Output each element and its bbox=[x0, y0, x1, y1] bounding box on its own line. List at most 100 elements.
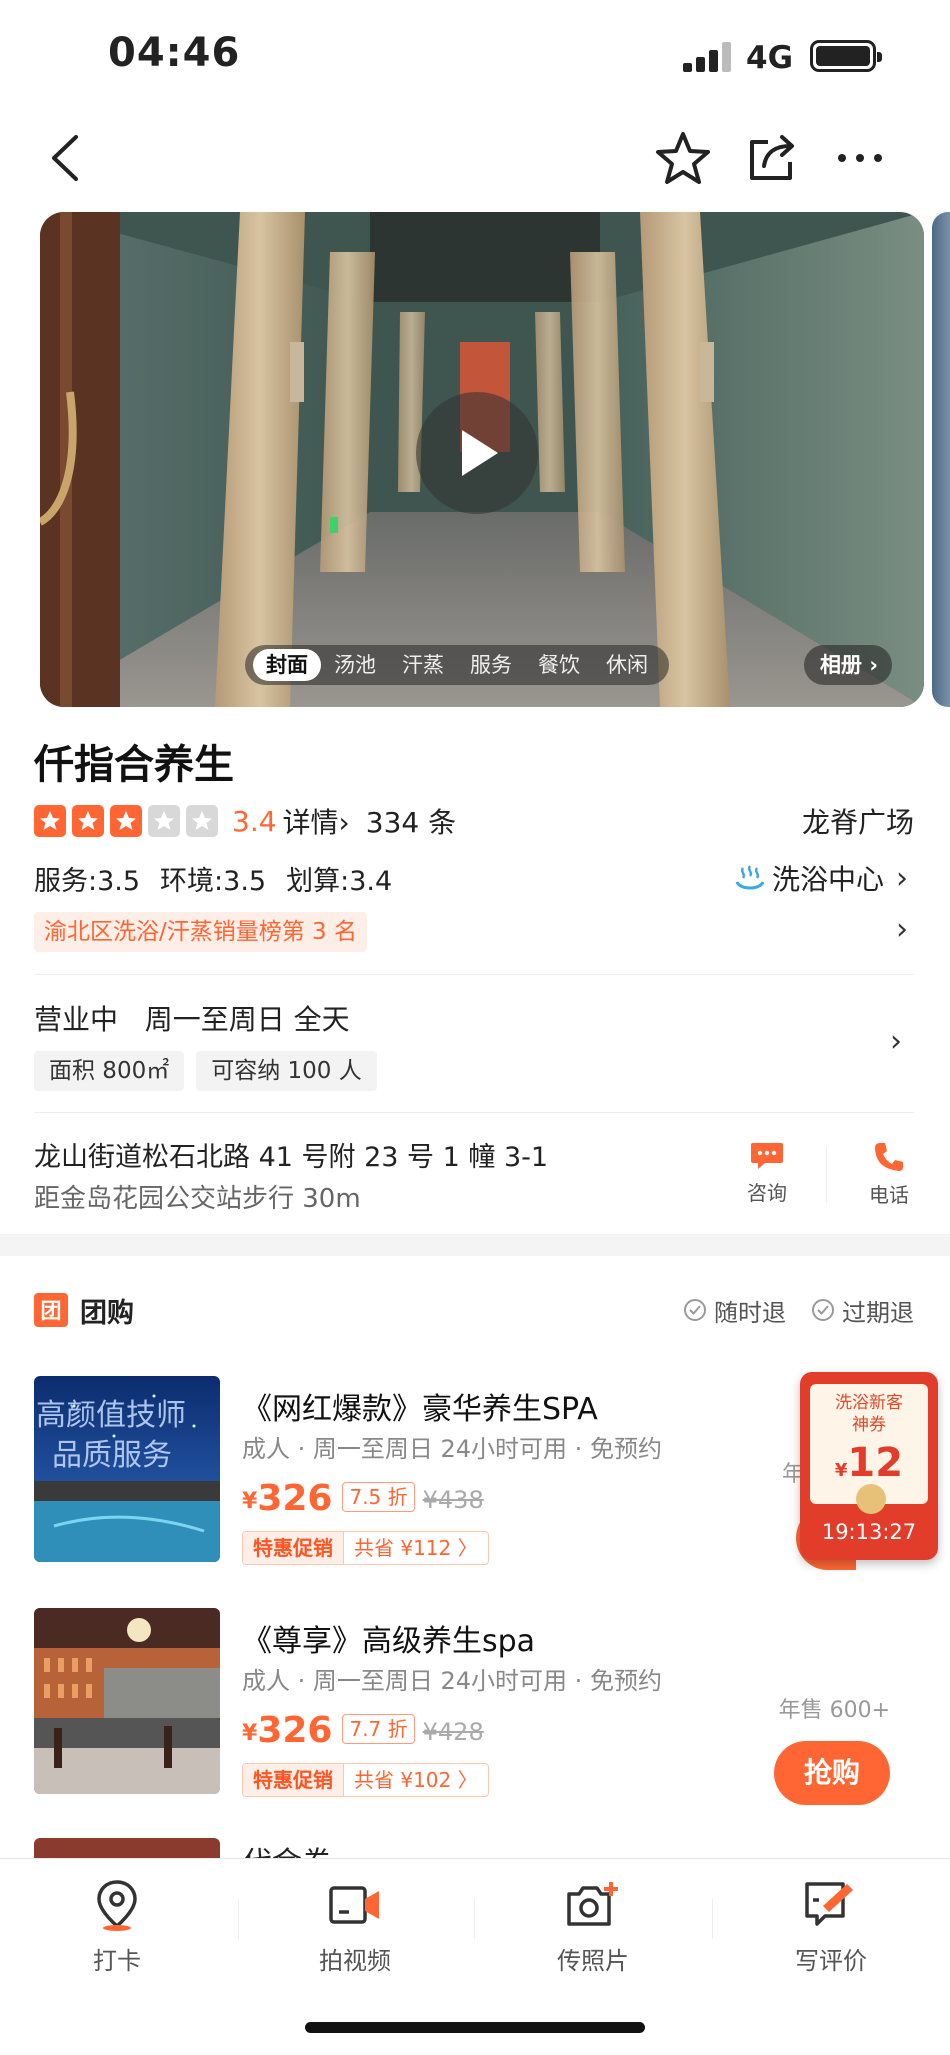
thumb-text: 高颜值技师 bbox=[36, 1398, 186, 1433]
discount-badge: 7.5 折 bbox=[342, 1482, 415, 1512]
business-hours[interactable]: 营业中 周一至周日 全天 bbox=[34, 998, 350, 1038]
rating-row: 3.4 详情› 334 条 龙脊广场 bbox=[34, 803, 914, 839]
address[interactable]: 龙山街道松石北路 41 号附 23 号 1 幢 3-1 bbox=[34, 1135, 548, 1174]
more-icon[interactable] bbox=[828, 126, 892, 190]
rating-detail-link[interactable]: 详情› bbox=[283, 801, 350, 841]
chevron-right-icon: › bbox=[869, 653, 878, 677]
promo-tag: 特惠促销 共省 ¥112 〉 bbox=[242, 1531, 489, 1565]
album-button[interactable]: 相册 › bbox=[804, 645, 892, 685]
divider bbox=[826, 1147, 827, 1203]
currency-symbol: ¥ bbox=[242, 1489, 258, 1514]
consult-button[interactable]: 咨询 bbox=[732, 1140, 802, 1206]
tag-capacity: 可容纳 100 人 bbox=[196, 1051, 377, 1091]
distance: 距金岛花园公交站步行 30m bbox=[34, 1184, 361, 1214]
hero-media-tabs: 封面 汤池 汗蒸 服务 餐饮 休闲 bbox=[245, 645, 669, 685]
status-bar: 04:46 4G bbox=[0, 0, 950, 110]
review-count[interactable]: 334 条 bbox=[366, 801, 456, 841]
check-circle-icon bbox=[812, 1299, 834, 1321]
deal-price: 326 bbox=[257, 1710, 333, 1751]
section-separator bbox=[0, 1234, 950, 1256]
phone-label: 电话 bbox=[869, 1183, 909, 1207]
coupon-amount: 12 bbox=[847, 1440, 904, 1486]
chevron-right-icon[interactable]: › bbox=[890, 1024, 944, 1059]
divider bbox=[34, 1112, 914, 1113]
status-time: 04:46 bbox=[108, 30, 241, 76]
tab-upload-photo[interactable]: 传照片 bbox=[518, 1875, 668, 1976]
deal-subtitle: 成人 · 周一至周日 24小时可用 · 免预约 bbox=[242, 1435, 662, 1463]
chevron-right-icon: › bbox=[896, 912, 908, 947]
group-buy-header: 团 团购 随时退 过期退 bbox=[34, 1290, 914, 1330]
share-icon[interactable] bbox=[740, 126, 804, 190]
rating-detail-label: 详情 bbox=[282, 806, 339, 839]
phone-icon bbox=[875, 1143, 903, 1171]
deal-thumbnail bbox=[34, 1608, 220, 1794]
new-customer-coupon[interactable]: 洗浴新客 神券 ¥12 19:13:27 bbox=[800, 1372, 938, 1560]
divider bbox=[238, 1899, 239, 1939]
deal-item[interactable]: 《尊享》高级养生spa 成人 · 周一至周日 24小时可用 · 免预约 ¥ 32… bbox=[34, 1608, 914, 1805]
discount-badge: 7.7 折 bbox=[342, 1714, 415, 1744]
subscore-environment: 环境:3.5 bbox=[160, 865, 267, 897]
hero-tab-cover[interactable]: 封面 bbox=[253, 649, 321, 681]
subscore-row: 服务:3.5 环境:3.5 划算:3.4 洗浴中心 › bbox=[34, 858, 914, 898]
buy-button[interactable]: 抢购 bbox=[774, 1741, 890, 1805]
hero-tab-sauna[interactable]: 汗蒸 bbox=[389, 649, 457, 681]
coupon-subtitle: 神券 bbox=[852, 1415, 886, 1435]
star-icon bbox=[110, 805, 142, 837]
star-empty-icon bbox=[148, 805, 180, 837]
hero-video[interactable]: 封面 汤池 汗蒸 服务 餐饮 休闲 相册 › bbox=[40, 212, 924, 707]
tag-area: 面积 800㎡ bbox=[34, 1051, 185, 1091]
hot-spring-icon bbox=[735, 865, 765, 890]
promo-tag: 特惠促销 共省 ¥102 〉 bbox=[242, 1763, 489, 1797]
coupon-value: ¥12 bbox=[810, 1440, 928, 1486]
deal-thumbnail-peek bbox=[34, 1838, 220, 1860]
network-type: 4G bbox=[746, 40, 794, 76]
back-icon[interactable] bbox=[34, 126, 98, 190]
play-icon bbox=[462, 430, 498, 476]
deal-item[interactable]: 高颜值技师 品质服务 《网红爆款》豪华养生SPA 成人 · 周一至周日 24小时… bbox=[34, 1376, 914, 1570]
tab-record-video[interactable]: 拍视频 bbox=[280, 1875, 430, 1976]
nav-bar bbox=[0, 110, 950, 210]
tab-checkin[interactable]: 打卡 bbox=[42, 1875, 192, 1976]
play-button[interactable] bbox=[416, 392, 538, 514]
hero-tab-pool[interactable]: 汤池 bbox=[321, 649, 389, 681]
tab-label: 传照片 bbox=[557, 1947, 629, 1975]
tab-write-review[interactable]: 写评价 bbox=[756, 1875, 906, 1976]
promo-saving: 共省 ¥102 〉 bbox=[354, 1768, 478, 1792]
region-label[interactable]: 龙脊广场 bbox=[802, 801, 914, 841]
star-icon bbox=[34, 805, 66, 837]
tab-label: 打卡 bbox=[93, 1947, 141, 1975]
original-price: ¥428 bbox=[422, 1718, 484, 1746]
hero-tab-service[interactable]: 服务 bbox=[457, 649, 525, 681]
tab-label: 拍视频 bbox=[319, 1947, 391, 1975]
promo-saving: 共省 ¥112 〉 bbox=[354, 1536, 478, 1560]
rank-row[interactable]: 渝北区洗浴/汗蒸销量榜第 3 名 › bbox=[34, 912, 914, 952]
favorite-star-icon[interactable] bbox=[651, 126, 715, 190]
deal-title: 《网红爆款》豪华养生SPA bbox=[242, 1392, 598, 1427]
facility-tags: 面积 800㎡ 可容纳 100 人 bbox=[34, 1051, 389, 1091]
deal-title: 《尊享》高级养生spa bbox=[242, 1624, 536, 1659]
deal-title-peek[interactable]: 代金券 bbox=[242, 1838, 332, 1860]
hero-tab-leisure[interactable]: 休闲 bbox=[593, 649, 661, 681]
consult-label: 咨询 bbox=[747, 1181, 787, 1205]
coupon-seal-icon bbox=[856, 1484, 886, 1514]
write-review-icon bbox=[805, 1882, 853, 1926]
deal-thumbnail: 高颜值技师 品质服务 bbox=[34, 1376, 220, 1562]
check-circle-icon bbox=[684, 1299, 706, 1321]
deal-price: 326 bbox=[257, 1478, 333, 1519]
policy-expiry-refund: 过期退 bbox=[842, 1298, 914, 1327]
coupon-countdown: 19:13:27 bbox=[821, 1520, 917, 1544]
category-link[interactable]: 洗浴中心 bbox=[734, 858, 884, 898]
chevron-right-icon: › bbox=[338, 806, 350, 839]
hero-next-image[interactable] bbox=[932, 212, 950, 707]
phone-button[interactable]: 电话 bbox=[854, 1140, 924, 1208]
hero-tab-dining[interactable]: 餐饮 bbox=[525, 649, 593, 681]
coupon-title: 洗浴新客 bbox=[835, 1393, 903, 1413]
currency-symbol: ¥ bbox=[242, 1721, 258, 1746]
deal-subtitle: 成人 · 周一至周日 24小时可用 · 免预约 bbox=[242, 1667, 662, 1695]
chevron-right-icon[interactable]: › bbox=[896, 861, 908, 896]
category-label: 洗浴中心 bbox=[771, 863, 884, 896]
group-buy-title: 团购 bbox=[80, 1297, 134, 1329]
star-empty-icon bbox=[186, 805, 218, 837]
promo-label: 特惠促销 bbox=[243, 1764, 344, 1796]
divider bbox=[34, 974, 914, 975]
